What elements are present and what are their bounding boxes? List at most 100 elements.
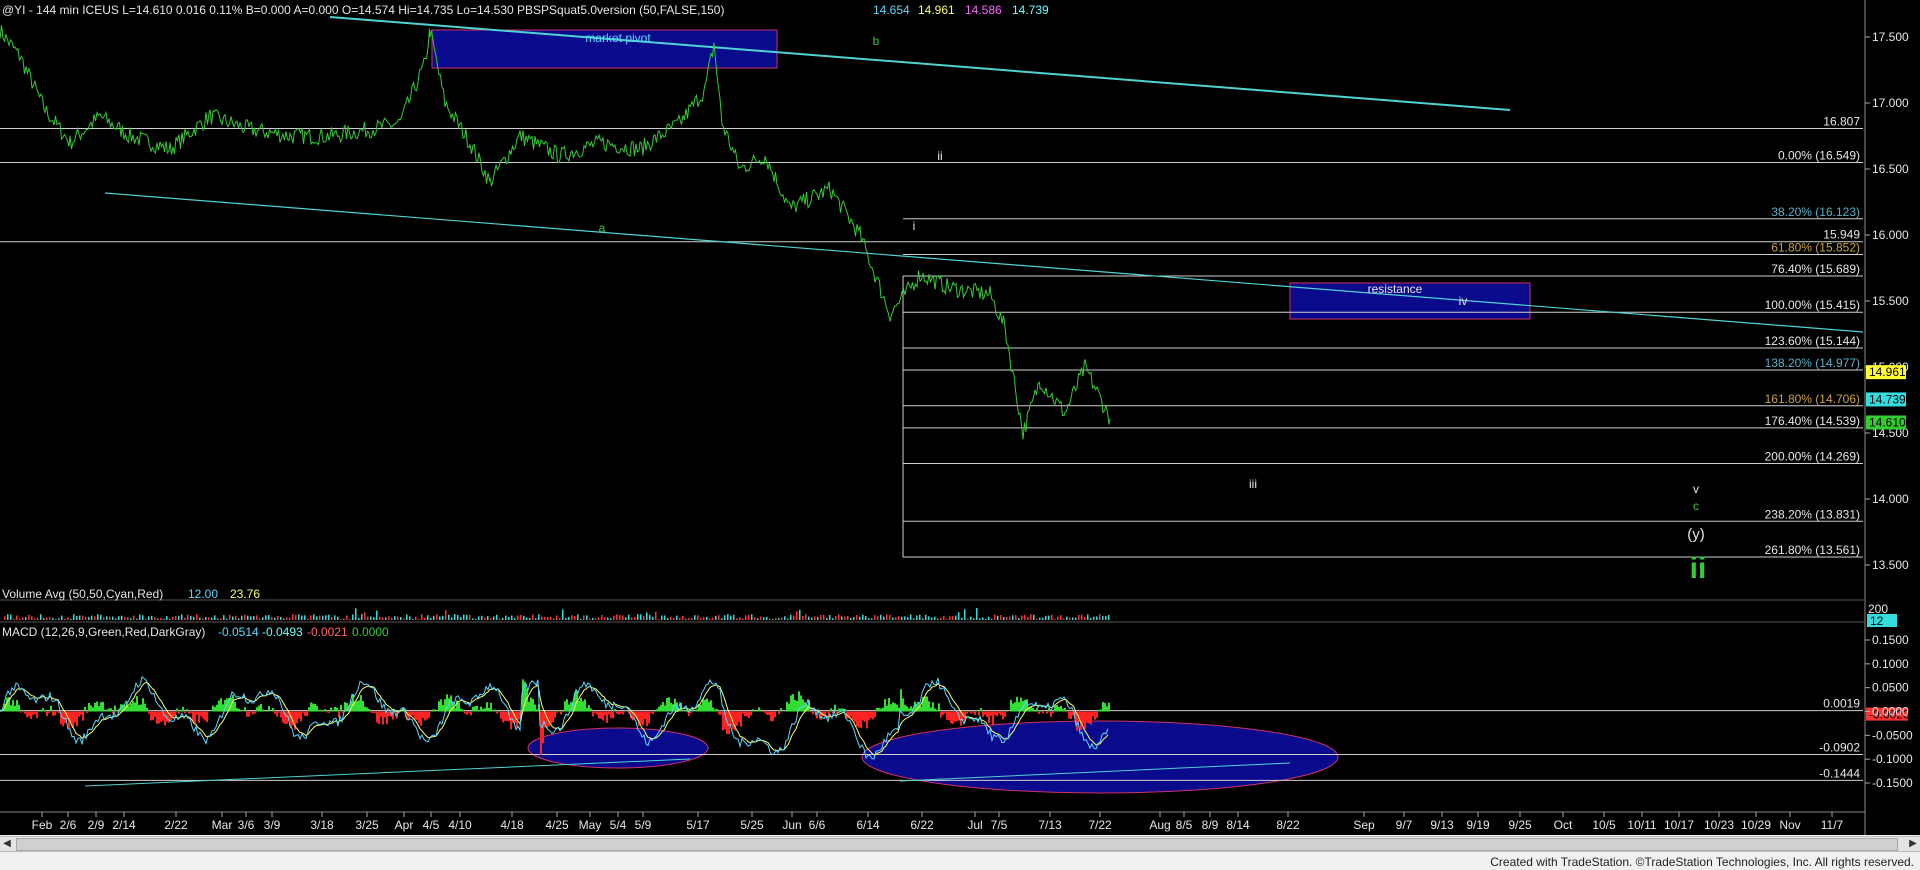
- volume-bar: [802, 615, 804, 620]
- scroll-thumb[interactable]: [16, 838, 1898, 851]
- macd-hist-bar: [1012, 703, 1014, 712]
- volume-bar: [220, 618, 222, 620]
- volume-bar: [919, 614, 921, 620]
- volume-bar: [436, 614, 438, 620]
- volume-bar: [22, 617, 24, 620]
- macd-hist-bar: [488, 708, 490, 712]
- volume-bar: [691, 618, 693, 620]
- chart-canvas: @YI - 144 min ICEUS L=14.610 0.016 0.11%…: [0, 0, 1920, 835]
- volume-bar: [388, 616, 390, 620]
- macd-hist-bar: [496, 711, 498, 714]
- volume-bar: [328, 614, 330, 620]
- macd-hist-bar: [44, 710, 46, 712]
- volume-bar: [661, 615, 663, 620]
- volume-bar: [973, 618, 975, 620]
- macd-hist-bar: [340, 704, 342, 712]
- macd-hist-bar: [1106, 706, 1108, 712]
- macd-hist-bar: [906, 706, 908, 712]
- time-tick-14: 4/25: [545, 818, 569, 832]
- macd-hist-bar: [136, 696, 138, 712]
- macd-hist-bar: [786, 701, 788, 712]
- macd-hist-bar: [466, 711, 468, 715]
- fib-label-1: 38.20% (16.123): [1771, 205, 1860, 219]
- macd-hist-bar: [336, 707, 338, 712]
- macd-hist-bar: [874, 711, 876, 718]
- macd-hist-bar: [986, 711, 988, 717]
- volume-bar: [46, 617, 48, 620]
- fib-label-10: 238.20% (13.831): [1765, 507, 1860, 521]
- macd-hist-bar: [314, 704, 316, 712]
- volume-bar: [616, 614, 618, 620]
- macd-hist-bar: [854, 711, 856, 722]
- macd-hist-bar: [432, 709, 434, 712]
- volume-bar: [859, 616, 861, 620]
- scroll-right-arrow-icon[interactable]: ▶: [1906, 837, 1920, 851]
- volume-bar: [583, 615, 585, 620]
- time-tick-17: 5/9: [635, 818, 652, 832]
- time-tick-19: 5/25: [740, 818, 764, 832]
- volume-bar: [124, 617, 126, 620]
- time-tick-38: Oct: [1554, 818, 1573, 832]
- macd-hist-bar: [1036, 707, 1038, 712]
- volume-bar: [115, 618, 117, 620]
- macd-hist-bar: [380, 711, 382, 717]
- macd-hist-bar: [434, 709, 436, 712]
- macd-hist-bar: [474, 706, 476, 712]
- macd-hist-bar: [30, 711, 32, 719]
- volume-bar: [430, 617, 432, 620]
- time-tick-35: 9/13: [1430, 818, 1454, 832]
- macd-hist-bar: [578, 700, 580, 712]
- volume-bar: [922, 618, 924, 620]
- volume-bar: [418, 618, 420, 620]
- volume-bar: [313, 614, 315, 620]
- macd-hist-bar: [178, 711, 180, 714]
- volume-bar: [724, 615, 726, 620]
- volume-bar: [1024, 614, 1026, 620]
- volume-bar: [370, 616, 372, 620]
- time-tick-7: 3/9: [264, 818, 281, 832]
- volume-bar: [592, 617, 594, 620]
- macd-hist-bar: [48, 711, 50, 713]
- volume-bar: [907, 617, 909, 620]
- volume-bar: [7, 614, 9, 620]
- time-tick-30: 8/9: [1202, 818, 1219, 832]
- volume-bar: [1015, 615, 1017, 620]
- volume-bar: [244, 614, 246, 620]
- macd-hist-bar: [42, 708, 44, 712]
- volume-bar: [682, 615, 684, 620]
- volume-bar: [976, 608, 978, 620]
- macd-hist-bar: [660, 704, 662, 712]
- volume-bar: [943, 615, 945, 620]
- macd-hist-bar: [938, 703, 940, 712]
- scroll-left-arrow-icon[interactable]: ◀: [0, 837, 14, 851]
- time-tick-0: Feb: [32, 818, 53, 832]
- volume-bar: [601, 615, 603, 620]
- macd-hist-bar: [696, 709, 698, 712]
- macd-hist-bar: [164, 711, 166, 726]
- volume-bar: [1039, 617, 1041, 620]
- volume-bar: [823, 614, 825, 620]
- time-tick-10: Apr: [395, 818, 414, 832]
- macd-hist-bar: [896, 704, 898, 712]
- volume-bar: [67, 617, 69, 620]
- volume-bar: [901, 616, 903, 620]
- volume-bar: [466, 614, 468, 620]
- macd-hist-bar: [188, 711, 190, 714]
- header-value-3: 14.739: [1012, 3, 1049, 17]
- volume-bar: [523, 615, 525, 620]
- time-tick-24: Jul: [967, 818, 982, 832]
- volume-bar: [13, 618, 15, 620]
- volume-bar: [463, 614, 465, 620]
- volume-bar: [709, 618, 711, 620]
- volume-bar: [70, 618, 72, 620]
- volume-bar: [604, 616, 606, 620]
- volume-bar: [223, 615, 225, 620]
- macd-hist-bar: [476, 705, 478, 712]
- volume-bar: [904, 616, 906, 620]
- macd-hist-bar: [860, 711, 862, 729]
- macd-hist-bar: [940, 711, 942, 718]
- horizontal-scrollbar[interactable]: ◀ ▶: [0, 836, 1920, 852]
- macd-hist-bar: [76, 711, 78, 727]
- macd-hist-bar: [662, 701, 664, 712]
- volume-bar: [469, 614, 471, 620]
